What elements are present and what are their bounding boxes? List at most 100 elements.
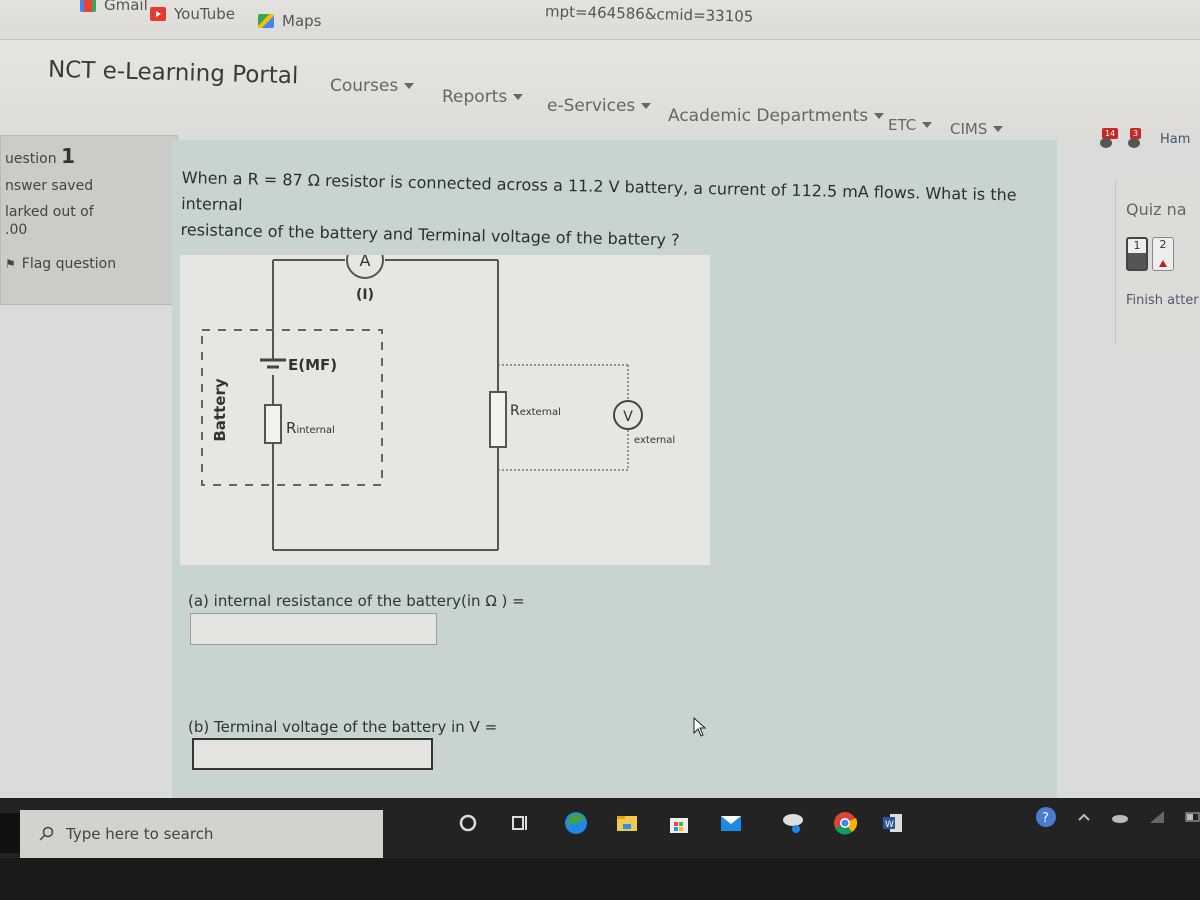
part-a-answer-input[interactable] <box>190 613 437 645</box>
quiz-nav-title: Quiz na <box>1126 200 1187 219</box>
marked-out-of-label: larked out of <box>5 204 94 220</box>
nav-academic-departments[interactable]: Academic Departments <box>668 106 885 126</box>
quiz-question-buttons: 1 2 <box>1126 237 1195 271</box>
task-view-icon[interactable] <box>507 810 533 836</box>
help-icon[interactable]: ? <box>1035 806 1057 828</box>
nav-cims[interactable]: CIMS <box>950 120 1004 138</box>
site-navbar: NCT e-Learning Portal Courses Reports e-… <box>0 40 1200 138</box>
part-a-label: (a) internal resistance of the battery(i… <box>188 592 525 610</box>
snip-sketch-icon[interactable] <box>780 810 806 836</box>
bookmark-label: Gmail <box>104 0 148 14</box>
gmail-icon <box>80 0 96 12</box>
svg-text:W: W <box>885 820 894 830</box>
internal-resistor <box>264 404 282 444</box>
voltmeter-sub-label: external <box>634 435 675 446</box>
circuit-diagram: A (I) E(MF) Rinternal Battery Rexternal … <box>180 241 710 565</box>
question-status: nswer saved <box>5 178 94 194</box>
question-info: uestion 1 nswer saved larked out of .00 … <box>0 135 178 305</box>
r-external-sub: external <box>520 407 561 418</box>
nav-courses[interactable]: Courses <box>330 76 415 96</box>
chat-icon <box>1128 138 1140 148</box>
flag-question-label: Flag question <box>21 256 117 272</box>
nav-eservices[interactable]: e-Services <box>547 96 652 116</box>
url-bar-fragment[interactable]: mpt=464586&cmid=33105 <box>545 2 754 25</box>
quiz-navigation: Quiz na 1 2 Finish atter <box>1115 180 1200 345</box>
windows-taskbar: Type here to search W ? <box>0 798 1200 900</box>
nav-label: Academic Departments <box>668 106 869 126</box>
nav-label: CIMS <box>950 120 988 138</box>
svg-text:?: ? <box>1042 811 1049 826</box>
question-number: 1 <box>61 144 75 168</box>
search-icon <box>39 826 54 841</box>
r-internal-sub: internal <box>296 425 334 436</box>
caret-down-icon <box>922 122 933 128</box>
nav-label: e-Services <box>547 96 636 116</box>
question-number: 2 <box>1159 238 1167 251</box>
search-placeholder: Type here to search <box>66 825 214 843</box>
nav-etc[interactable]: ETC <box>888 116 933 134</box>
question-number: 1 <box>1133 239 1141 252</box>
onedrive-cloud-icon[interactable] <box>1111 811 1129 823</box>
part-b-answer-input[interactable] <box>192 738 433 770</box>
mouse-cursor-icon <box>693 717 707 737</box>
r-internal-symbol: R <box>286 419 296 437</box>
r-external-label: Rexternal <box>510 403 561 419</box>
caret-down-icon <box>874 113 885 119</box>
mail-icon[interactable] <box>718 810 744 836</box>
start-button[interactable] <box>0 813 20 853</box>
finish-attempt-link[interactable]: Finish atter <box>1126 293 1199 308</box>
emf-label: E(MF) <box>288 356 337 374</box>
bookmarks-bar: Gmail YouTube Maps mpt=464586&cmid=33105 <box>0 0 1200 40</box>
quiz-nav-question-2[interactable]: 2 <box>1152 237 1174 271</box>
nav-label: ETC <box>888 116 917 134</box>
external-resistor <box>489 391 507 448</box>
question-content: When a R = 87 Ω resistor is connected ac… <box>172 140 1057 800</box>
part-b-label: (b) Terminal voltage of the battery in V… <box>188 718 498 736</box>
r-external-symbol: R <box>510 403 520 419</box>
current-label: (I) <box>356 287 374 303</box>
quiz-nav-question-1[interactable]: 1 <box>1126 237 1148 271</box>
file-explorer-icon[interactable] <box>614 810 640 836</box>
battery-icon[interactable] <box>1185 812 1200 822</box>
battery-boundary <box>201 329 383 486</box>
caret-down-icon <box>641 103 652 109</box>
flag-question-button[interactable]: ⚑ Flag question <box>5 256 173 272</box>
user-area: 14 3 Ham <box>1100 128 1190 150</box>
r-internal-label: Rinternal <box>286 419 335 437</box>
youtube-icon <box>150 7 166 21</box>
voltmeter-label: V <box>623 409 633 425</box>
bookmark-label: YouTube <box>174 5 235 23</box>
chrome-icon[interactable] <box>832 810 858 836</box>
flag-triangle-icon <box>1159 260 1167 267</box>
bell-icon <box>1100 138 1112 148</box>
bookmark-gmail[interactable]: Gmail <box>80 0 148 14</box>
bookmark-youtube[interactable]: YouTube <box>150 5 235 23</box>
circuit-wires <box>272 259 499 551</box>
nav-label: Reports <box>442 87 508 107</box>
marked-out-of-value: .00 <box>5 222 28 238</box>
ammeter-label: A <box>360 255 371 270</box>
store-icon[interactable] <box>666 810 692 836</box>
notifications-button[interactable]: 14 <box>1100 128 1119 150</box>
bookmark-maps[interactable]: Maps <box>258 12 321 30</box>
bookmark-label: Maps <box>282 12 322 30</box>
cortana-icon[interactable] <box>455 810 481 836</box>
edge-icon[interactable] <box>563 810 589 836</box>
site-brand[interactable]: NCT e-Learning Portal <box>48 57 299 90</box>
word-icon[interactable]: W <box>880 810 906 836</box>
circuit-svg: A (I) E(MF) Rinternal Battery Rexternal … <box>201 241 675 551</box>
chevron-up-icon[interactable] <box>1077 812 1091 822</box>
maps-icon <box>258 14 274 28</box>
messages-button[interactable]: 3 <box>1128 128 1144 150</box>
caret-down-icon <box>993 126 1004 132</box>
caret-down-icon <box>513 94 524 100</box>
nav-reports[interactable]: Reports <box>442 87 524 107</box>
question-text: When a R = 87 Ω resistor is connected ac… <box>180 165 1061 261</box>
wifi-icon[interactable] <box>1149 810 1165 824</box>
taskbar-search[interactable]: Type here to search <box>20 810 383 858</box>
question-label: uestion <box>5 151 57 167</box>
caret-down-icon <box>404 83 415 89</box>
battery-label: Battery <box>211 378 229 441</box>
user-menu[interactable]: Ham <box>1160 132 1190 147</box>
flag-icon: ⚑ <box>5 257 16 271</box>
